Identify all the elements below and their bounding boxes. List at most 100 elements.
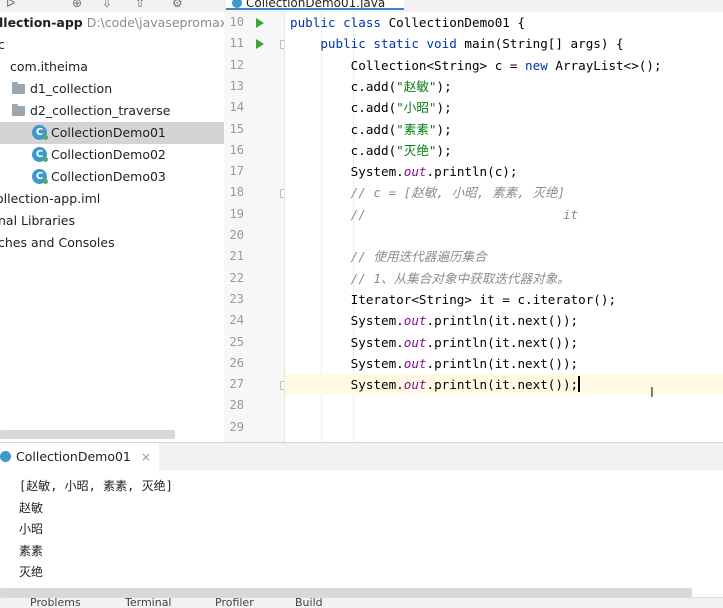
tree-item[interactable]: d2_collection_traverse bbox=[0, 100, 224, 122]
line-number: 21 bbox=[229, 249, 244, 264]
code-line[interactable]: System.out.println(c); bbox=[290, 161, 518, 182]
locate-icon[interactable]: ⊕ bbox=[72, 0, 82, 10]
code-line[interactable]: System.out.println(it.next()); bbox=[290, 374, 581, 395]
java-class-icon: C bbox=[32, 125, 48, 140]
line-number: 13 bbox=[229, 78, 244, 93]
tree-item-text: CollectionDemo03 bbox=[51, 169, 166, 184]
console-output-line: 素素 bbox=[19, 543, 44, 558]
java-class-icon: C bbox=[32, 169, 48, 184]
console-output-line: [赵敏, 小昭, 素素, 灭绝] bbox=[19, 479, 173, 493]
code-token: ArrayList<>(); bbox=[555, 57, 662, 73]
code-token: System. bbox=[290, 355, 404, 371]
code-token: // 使用迭代器遍历集合 bbox=[290, 249, 487, 265]
code-line[interactable]: Collection<String> c = new ArrayList<>()… bbox=[290, 55, 662, 76]
code-token: public class bbox=[290, 15, 389, 30]
line-number: 19 bbox=[229, 206, 244, 221]
expand-icon[interactable]: ⇩ bbox=[102, 0, 112, 10]
editor-tab-active[interactable]: CollectionDemo01.java bbox=[226, 0, 404, 10]
tree-item[interactable]: ollection-app.iml bbox=[0, 188, 224, 210]
code-token: .println(c); bbox=[426, 164, 518, 180]
code-token: // it bbox=[290, 206, 579, 222]
code-token: main(String[] args) { bbox=[464, 36, 624, 52]
code-line[interactable]: public static void main(String[] args) { bbox=[290, 33, 624, 54]
tool-window-button[interactable]: Terminal bbox=[125, 598, 172, 608]
tree-item-text: CollectionDemo01 bbox=[51, 125, 166, 140]
tree-item-text: nal Libraries bbox=[0, 213, 76, 228]
code-line[interactable]: c.add("灭绝"); bbox=[290, 140, 452, 161]
line-number: 16 bbox=[229, 142, 244, 157]
code-token: public static void bbox=[290, 36, 465, 52]
tool-window-button[interactable]: Build bbox=[295, 598, 323, 608]
run-tab-collectiondemo01[interactable]: CollectionDemo01 × bbox=[0, 443, 159, 471]
tree-item-label: collection-app D:\code\javasepromax\coll… bbox=[0, 12, 224, 34]
gear-icon[interactable]: ⚙ bbox=[172, 0, 183, 10]
run-icon[interactable] bbox=[256, 39, 264, 50]
folder-icon bbox=[12, 82, 25, 94]
tool-window-button[interactable]: Problems bbox=[30, 598, 81, 608]
code-line[interactable]: // c = [赵敏, 小昭, 素素, 灭绝] bbox=[290, 182, 565, 203]
code-token: out bbox=[403, 164, 427, 180]
tree-item[interactable]: d1_collection bbox=[0, 78, 224, 100]
editor-gutter: 10 11 12 13 14 15 16 17 18 19 20 21 22 23 24 25 26 27 28 29 bbox=[224, 12, 285, 442]
code-token: System. bbox=[290, 334, 404, 350]
tree-item[interactable]: C CollectionDemo01 bbox=[0, 122, 224, 144]
line-number: 25 bbox=[229, 334, 244, 349]
code-line[interactable]: // 1、从集合对象中获取迭代器对象。 bbox=[290, 268, 570, 289]
line-number: 18 bbox=[229, 185, 244, 200]
tree-item[interactable]: collection-app D:\code\javasepromax\coll… bbox=[0, 12, 224, 34]
line-number: 11 bbox=[229, 36, 244, 51]
java-class-icon: C bbox=[32, 147, 48, 162]
code-token: c.add( bbox=[290, 100, 397, 116]
tree-item[interactable]: C CollectionDemo02 bbox=[0, 144, 224, 166]
tree-item[interactable]: C CollectionDemo03 bbox=[0, 166, 224, 188]
run-console[interactable]: [赵敏, 小昭, 素素, 灭绝] 赵敏 小昭 素素 灭绝 bbox=[0, 470, 723, 588]
tree-item-label: c bbox=[0, 34, 5, 56]
close-icon[interactable]: × bbox=[141, 450, 151, 464]
code-token: "灭绝" bbox=[396, 142, 437, 158]
code-line[interactable]: c.add("小昭"); bbox=[290, 97, 452, 118]
code-token: ); bbox=[436, 78, 452, 94]
tree-item-text: c bbox=[0, 37, 5, 52]
code-line[interactable]: // 使用迭代器遍历集合 bbox=[290, 246, 487, 267]
code-line[interactable]: c.add("素素"); bbox=[290, 119, 452, 140]
tree-item-path: D:\code\javasepromax\colle bbox=[86, 15, 224, 30]
code-token: // 1、从集合对象中获取迭代器对象。 bbox=[290, 270, 570, 286]
line-number: 17 bbox=[229, 164, 244, 179]
tree-item-label: d1_collection bbox=[30, 78, 112, 100]
line-number: 12 bbox=[229, 57, 244, 72]
line-number: 20 bbox=[229, 228, 244, 242]
code-line[interactable]: System.out.println(it.next()); bbox=[290, 310, 578, 331]
run-icon[interactable] bbox=[256, 18, 264, 28]
code-line[interactable]: System.out.println(it.next()); bbox=[290, 353, 578, 374]
tool-window-button[interactable]: Profiler bbox=[215, 598, 254, 608]
code-token: ); bbox=[436, 142, 452, 158]
console-output-line: 赵敏 bbox=[19, 500, 44, 515]
line-number: 26 bbox=[229, 355, 244, 370]
tree-item[interactable]: com.itheima bbox=[0, 56, 224, 78]
tree-item-label: com.itheima bbox=[10, 56, 88, 78]
line-number: 15 bbox=[229, 121, 244, 136]
collapse-icon[interactable]: ᐅ bbox=[6, 0, 15, 10]
console-output-line: 小昭 bbox=[19, 522, 44, 536]
code-editor[interactable]: public class CollectionDemo01 { public s… bbox=[285, 12, 723, 442]
line-number: 28 bbox=[229, 398, 244, 413]
tree-item[interactable]: nal Libraries bbox=[0, 210, 224, 232]
tree-item-text: d2_collection_traverse bbox=[30, 103, 171, 118]
console-horizontal-scrollbar[interactable] bbox=[0, 588, 692, 597]
tree-item-text: ollection-app.iml bbox=[0, 191, 101, 206]
project-horizontal-scrollbar[interactable] bbox=[0, 430, 175, 439]
code-line[interactable]: // it bbox=[290, 204, 578, 225]
editor-tab-strip: CollectionDemo01.java bbox=[224, 0, 723, 12]
tree-item[interactable]: c bbox=[0, 34, 224, 56]
run-tool-window-header: CollectionDemo01 × bbox=[0, 442, 723, 471]
code-line[interactable]: public class CollectionDemo01 { bbox=[290, 12, 525, 33]
tree-item[interactable]: ches and Consoles bbox=[0, 232, 224, 254]
code-line[interactable]: Iterator<String> it = c.iterator(); bbox=[290, 289, 616, 310]
code-line[interactable]: c.add("赵敏"); bbox=[290, 76, 452, 97]
code-token: c.add( bbox=[290, 78, 397, 94]
code-line[interactable]: System.out.println(it.next()); bbox=[290, 332, 578, 353]
tree-item-label: ollection-app.iml bbox=[0, 188, 100, 210]
code-token: out bbox=[403, 355, 427, 371]
collapse-all-icon[interactable]: ⇧ bbox=[135, 0, 145, 10]
code-token: ); bbox=[436, 100, 452, 116]
